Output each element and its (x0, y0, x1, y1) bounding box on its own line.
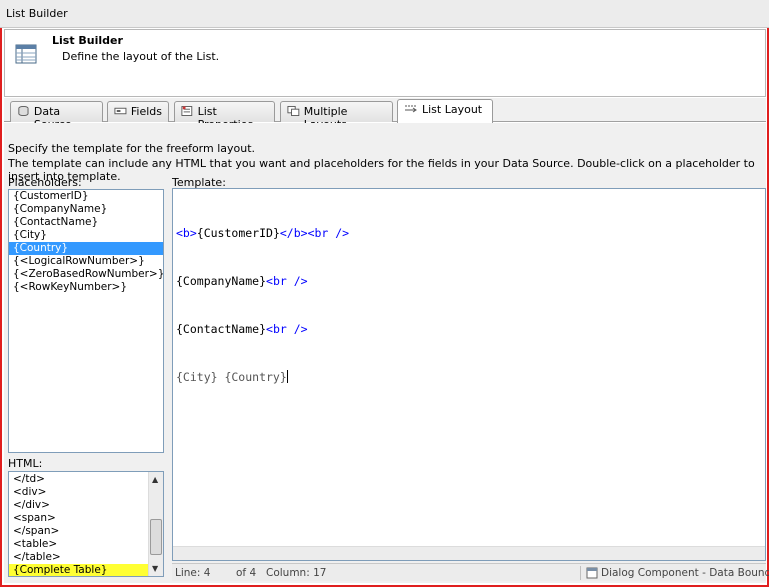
code-token: {City} {Country} (176, 370, 287, 384)
code-token: <b> (176, 226, 197, 240)
tab-data-source[interactable]: Data Source (10, 101, 103, 131)
multiple-layouts-icon (287, 105, 300, 117)
list-layout-icon (405, 105, 417, 113)
list-item[interactable]: {City} (9, 229, 163, 242)
placeholders-label: Placeholders: (8, 176, 82, 189)
html-label: HTML: (8, 457, 43, 470)
code-token: </b><br /> (279, 226, 350, 240)
text-caret (286, 370, 288, 383)
list-item[interactable]: {CustomerID} (9, 190, 163, 203)
code-line: {CompanyName}<br /> (176, 273, 349, 289)
template-editor[interactable]: <b>{CustomerID}</b><br /> {CompanyName}<… (172, 188, 766, 561)
template-horizontal-scrollbar[interactable] (173, 546, 765, 560)
code-line: {ContactName}<br /> (176, 321, 349, 337)
tab-strip: Data Source Fields List Properties Multi… (4, 98, 766, 131)
tab-list-layout[interactable]: List Layout (397, 99, 493, 123)
scroll-up-arrow-icon[interactable]: ▲ (152, 475, 158, 484)
fields-icon (114, 107, 127, 115)
code-line: {City} {Country} (176, 369, 349, 385)
code-token: {CustomerID} (196, 226, 280, 240)
tab-label: Fields (130, 105, 162, 118)
properties-icon (181, 106, 193, 116)
database-icon (18, 105, 29, 117)
list-item[interactable]: {CompanyName} (9, 203, 163, 216)
tab-multiple-layouts[interactable]: Multiple Layouts (280, 101, 393, 131)
placeholders-list[interactable]: {CustomerID} {CompanyName} {ContactName}… (8, 189, 164, 453)
code-token: {CompanyName} (176, 274, 267, 288)
status-component: Dialog Component - Data Bound Di (601, 567, 769, 579)
code-token: {ContactName} (176, 322, 267, 336)
code-token: <br /> (266, 322, 308, 336)
description-line-2: The template can include any HTML that y… (8, 157, 755, 183)
list-builder-icon (15, 44, 37, 64)
list-layout-panel: Specify the template for the freeform la… (4, 123, 769, 583)
component-icon (586, 567, 598, 579)
status-line: Line: 4 (175, 567, 211, 579)
code-token: <br /> (266, 274, 308, 288)
list-item[interactable]: </td> (9, 473, 149, 486)
status-separator (580, 566, 581, 580)
list-item[interactable]: {<ZeroBasedRowNumber>} (9, 268, 163, 281)
list-item[interactable]: {ContactName} (9, 216, 163, 229)
list-item[interactable]: </span> (9, 525, 149, 538)
tab-list-properties[interactable]: List Properties (174, 101, 275, 131)
list-item[interactable]: <table> (9, 538, 149, 551)
scroll-thumb[interactable] (150, 519, 162, 555)
header-panel: List Builder Define the layout of the Li… (4, 29, 766, 97)
title-bar: List Builder (0, 0, 769, 28)
html-list-scrollbar[interactable]: ▲ ▼ (148, 472, 163, 576)
description-line-1: Specify the template for the freeform la… (8, 142, 256, 155)
list-item-highlighted[interactable]: {Complete Table} (9, 564, 149, 576)
scroll-down-arrow-icon[interactable]: ▼ (152, 564, 158, 573)
template-code[interactable]: <b>{CustomerID}</b><br /> {CompanyName}<… (176, 193, 349, 417)
window-title: List Builder (6, 7, 68, 20)
status-line-count: of 4 (236, 567, 257, 579)
list-item[interactable]: {<RowKeyNumber>} (9, 281, 163, 294)
list-item[interactable]: <div> (9, 486, 149, 499)
list-item[interactable]: </div> (9, 499, 149, 512)
list-item[interactable]: </table> (9, 551, 149, 564)
html-list[interactable]: </td> <div> </div> <span> </span> <table… (8, 471, 164, 577)
list-item-selected[interactable]: {Country} (9, 242, 163, 255)
status-bar: Line: 4 of 4 Column: 17 Dialog Component… (172, 563, 769, 581)
header-subtitle: Define the layout of the List. (62, 50, 220, 63)
list-item[interactable]: {<LogicalRowNumber>} (9, 255, 163, 268)
status-column: Column: 17 (266, 567, 327, 579)
code-line: <b>{CustomerID}</b><br /> (176, 225, 349, 241)
header-title: List Builder (52, 34, 123, 47)
list-item[interactable]: <span> (9, 512, 149, 525)
tab-label: List Layout (422, 103, 483, 116)
tab-fields[interactable]: Fields (107, 101, 169, 122)
